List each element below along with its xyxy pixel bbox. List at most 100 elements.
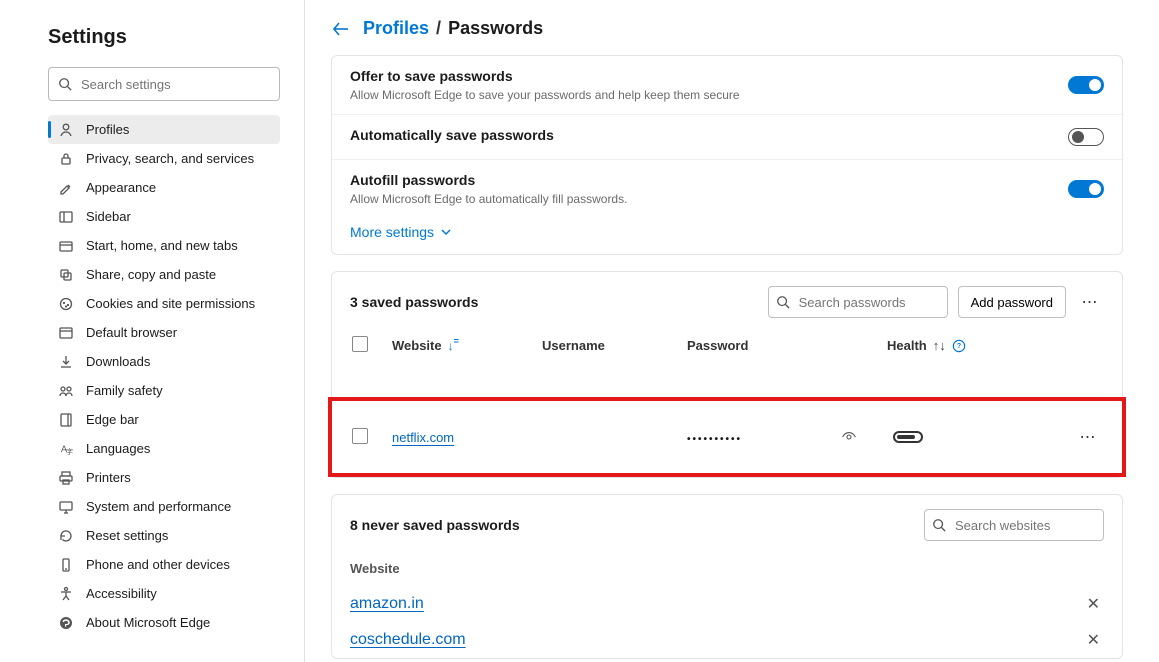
sidebar-item-label: Accessibility [86,586,157,601]
sidebar-item-system[interactable]: System and performance [48,492,280,521]
never-search[interactable] [924,509,1104,541]
more-settings-link[interactable]: More settings [332,218,1122,254]
sidebar-item-label: Appearance [86,180,156,195]
sidebar-item-sidebar[interactable]: Sidebar [48,202,280,231]
sidebar-item-cookies[interactable]: Cookies and site permissions [48,289,280,318]
autofill-row: Autofill passwords Allow Microsoft Edge … [332,160,1122,218]
autofill-title: Autofill passwords [350,172,627,188]
sidebar-item-label: Start, home, and new tabs [86,238,238,253]
passwords-more-button[interactable]: ⋯ [1076,288,1104,316]
settings-search[interactable] [48,67,280,101]
never-saved-card: 8 never saved passwords Website amazon.i… [331,494,1123,659]
lock-icon [58,151,74,167]
sidebar-item-label: About Microsoft Edge [86,615,210,630]
select-all-checkbox[interactable] [352,336,368,352]
settings-sidebar: Settings Profiles Privacy, search, and se… [0,0,305,662]
never-col-label: Website [350,561,1104,576]
reveal-icon[interactable] [841,429,857,445]
never-saved-head: 8 never saved passwords [332,495,1122,555]
col-password[interactable]: Password [687,338,887,353]
profile-icon [58,122,74,138]
sidebar-item-family[interactable]: Family safety [48,376,280,405]
sidebar-item-edgebar[interactable]: Edge bar [48,405,280,434]
never-site-link[interactable]: coschedule.com [350,631,466,649]
sidebar-item-start[interactable]: Start, home, and new tabs [48,231,280,260]
masked-password: •••••••••• [687,434,742,445]
sidebar-item-label: Profiles [86,122,129,137]
sidebar-item-profiles[interactable]: Profiles [48,115,280,144]
search-icon [58,77,72,91]
sidebar-item-appearance[interactable]: Appearance [48,173,280,202]
sidebar-item-printers[interactable]: Printers [48,463,280,492]
sidebar-item-languages[interactable]: A字 Languages [48,434,280,463]
printers-icon [58,470,74,486]
auto-title: Automatically save passwords [350,127,554,143]
settings-search-input[interactable] [48,67,280,101]
about-icon [58,615,74,631]
autofill-toggle[interactable] [1068,180,1104,198]
remove-icon[interactable]: ✕ [1087,630,1104,650]
info-icon[interactable]: ? [952,339,966,353]
sidebar-item-label: Phone and other devices [86,557,230,572]
auto-toggle[interactable] [1068,128,1104,146]
col-health[interactable]: Health ↑↓ ? [887,338,1007,353]
passwords-search-input[interactable] [768,286,948,318]
autofill-desc: Allow Microsoft Edge to automatically fi… [350,192,627,206]
sidebar-item-label: Languages [86,441,150,456]
health-indicator [893,431,923,443]
saved-passwords-card: 3 saved passwords Add password ⋯ Website [331,271,1123,478]
password-options-card: Offer to save passwords Allow Microsoft … [331,55,1123,255]
chevron-down-icon [440,226,452,238]
back-button[interactable] [331,19,351,39]
sidebar-item-downloads[interactable]: Downloads [48,347,280,376]
settings-title: Settings [48,26,280,49]
offer-desc: Allow Microsoft Edge to save your passwo… [350,88,740,102]
saved-passwords-head: 3 saved passwords Add password ⋯ [332,272,1122,322]
browser-icon [58,325,74,341]
never-search-input[interactable] [924,509,1104,541]
row-checkbox[interactable] [352,428,368,444]
cookies-icon [58,296,74,312]
languages-icon: A字 [58,441,74,457]
row-more-button[interactable]: ⋯ [1074,423,1102,451]
add-password-button[interactable]: Add password [958,286,1066,318]
phone-icon [58,557,74,573]
sidebar-item-privacy[interactable]: Privacy, search, and services [48,144,280,173]
share-icon [58,267,74,283]
site-link-netflix[interactable]: netflix.com [392,430,454,445]
accessibility-icon [58,586,74,602]
settings-nav: Profiles Privacy, search, and services App… [48,115,280,637]
sort-updown-icon: ↑↓ [933,338,946,353]
sidebar-item-label: Downloads [86,354,150,369]
sidebar-item-label: Privacy, search, and services [86,151,254,166]
sort-icon: ↓= [448,339,459,353]
search-icon [932,518,946,532]
offer-toggle[interactable] [1068,76,1104,94]
passwords-table-header: Website ↓= Username Password Health ↑↓ ? [332,322,1122,369]
password-row-netflix[interactable]: netflix.com •••••••••• ⋯ [332,401,1122,473]
sidebar-item-share[interactable]: Share, copy and paste [48,260,280,289]
sidebar-item-label: Reset settings [86,528,168,543]
col-username[interactable]: Username [542,338,687,353]
sidebar-item-label: Share, copy and paste [86,267,216,282]
sidebar-item-label: Printers [86,470,131,485]
auto-save-row: Automatically save passwords [332,115,1122,160]
tabs-icon [58,238,74,254]
search-icon [776,295,790,309]
main-content: Profiles / Passwords Offer to save passw… [305,0,1159,662]
sidebar-item-phone[interactable]: Phone and other devices [48,550,280,579]
col-website[interactable]: Website ↓= [392,338,542,353]
highlighted-password-row: netflix.com •••••••••• ⋯ [328,397,1126,477]
sidebar-item-default[interactable]: Default browser [48,318,280,347]
never-site-link[interactable]: amazon.in [350,595,424,613]
sidebar-item-about[interactable]: About Microsoft Edge [48,608,280,637]
sidebar-item-reset[interactable]: Reset settings [48,521,280,550]
remove-icon[interactable]: ✕ [1087,594,1104,614]
svg-text:?: ? [957,343,961,350]
sidebar-item-label: Sidebar [86,209,131,224]
breadcrumb-parent[interactable]: Profiles [363,18,429,38]
passwords-search[interactable] [768,286,948,318]
sidebar-item-accessibility[interactable]: Accessibility [48,579,280,608]
download-icon [58,354,74,370]
sidebar-item-label: Edge bar [86,412,139,427]
